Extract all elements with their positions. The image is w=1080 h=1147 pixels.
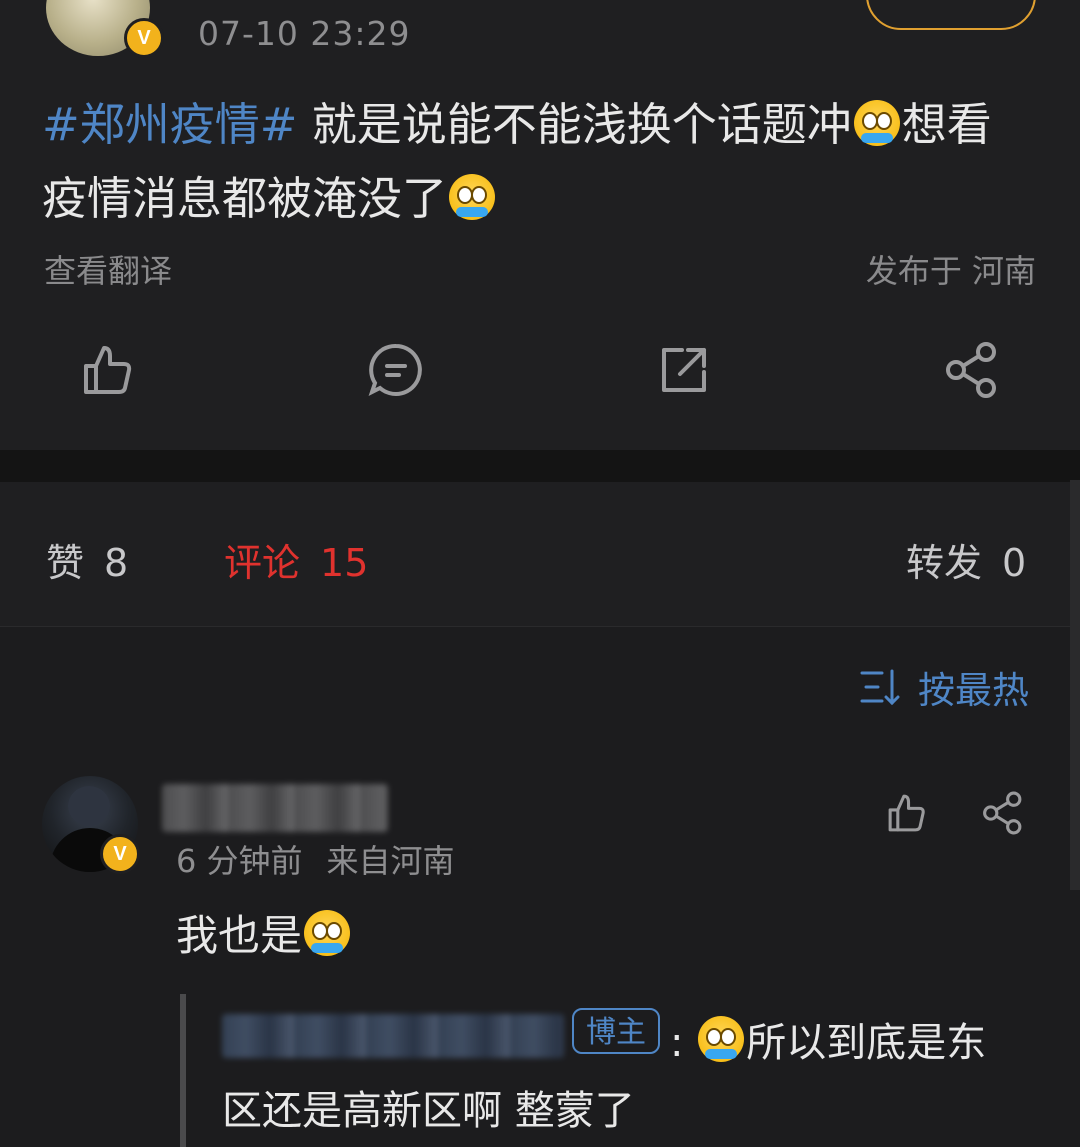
post-body: #郑州疫情# 就是说能不能浅换个话题冲 想看 疫情消息都被淹没了 [42,88,1042,236]
share-icon [946,342,996,398]
verified-badge: V [124,18,164,58]
reposts-label: 转发 [906,541,983,585]
section-divider [0,450,1080,482]
commenter-verified-badge: V [100,834,140,874]
comments-count: 15 [320,541,369,585]
comment-meta: 6 分钟前 来自河南 [176,836,455,882]
post-text-line2: 疫情消息都被淹没了 [42,172,448,225]
post-card: V 07-10 23:29 #郑州疫情# 就是说能不能浅换个话题冲 想看 疫情消息… [0,0,1080,450]
sort-label: 按最热 [918,669,1029,712]
tab-reposts[interactable]: 转发 0 [906,532,1026,587]
sort-button[interactable]: 按最热 [860,660,1029,714]
like-button[interactable] [78,340,138,400]
like-icon [84,346,132,394]
reply-text-line1: 所以到底是东 [746,1020,987,1066]
comment-button[interactable] [366,340,426,400]
stats-tabs: 赞8 评论 15 转发 0 [0,482,1080,627]
comment-like-button[interactable] [884,790,930,836]
crying-emoji-icon [304,910,351,956]
comment-text: 我也是 [176,911,303,960]
share-button[interactable] [942,340,1002,400]
reposts-count: 0 [1002,541,1027,585]
crying-emoji-icon [449,174,496,220]
commenter-name-blurred[interactable] [162,784,388,832]
comment-source: 来自河南 [326,842,455,880]
sort-icon [860,669,900,706]
tab-likes[interactable]: 赞8 [46,532,128,587]
likes-label: 赞 [46,541,85,585]
comments-label: 评论 [224,541,301,585]
comment-share-button[interactable] [980,790,1026,836]
crying-emoji-icon [698,1016,745,1062]
likes-count: 8 [104,541,129,585]
comment-icon [368,343,422,396]
like-icon [888,794,925,832]
post-location: 发布于 河南 [865,252,1036,290]
scrollbar[interactable] [1070,480,1080,890]
comment-time: 6 分钟前 [176,842,303,880]
crying-emoji-icon [853,100,900,146]
repost-icon [662,348,706,392]
repost-button[interactable] [654,340,714,400]
tab-comments[interactable]: 评论 15 [224,532,368,587]
translate-link[interactable]: 查看翻译 [44,246,172,292]
reply-line1: : 所以到底是东 [670,1010,986,1068]
follow-button[interactable] [866,0,1036,30]
reply-colon: : [670,1020,684,1066]
post-text-line1-tail: 想看 [901,98,992,151]
hashtag-link[interactable]: #郑州疫情# [42,98,297,151]
post-text-line1: 就是说能不能浅换个话题冲 [297,98,852,151]
reply-preview[interactable]: 博主 : 所以到底是东 区还是高新区啊 整蒙了 [180,994,1080,1147]
author-badge: 博主 [572,1008,660,1054]
reply-text-line2: 区还是高新区啊 整蒙了 [222,1088,635,1134]
comment-body: 我也是 [176,902,352,963]
reply-author-blurred[interactable] [222,1014,564,1058]
post-timestamp: 07-10 23:29 [198,14,411,53]
share-icon [983,791,1022,835]
